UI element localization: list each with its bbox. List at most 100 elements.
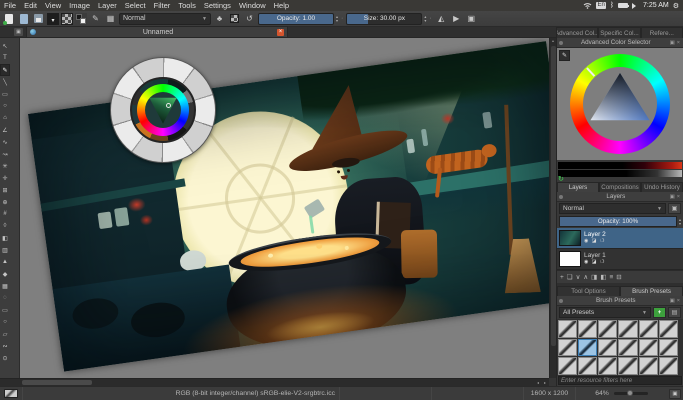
tool-freehand-path[interactable]: ↝ xyxy=(0,148,10,160)
menu-item[interactable]: Settings xyxy=(200,1,235,10)
float-docker-button[interactable]: ▣ xyxy=(669,194,676,200)
tool-perspective-grid[interactable]: ◊ xyxy=(0,220,10,232)
brush-preset-tile[interactable] xyxy=(578,357,597,375)
layer-mask-button[interactable]: ◨ xyxy=(591,273,597,281)
preset-filter-select[interactable]: All Presets▼ xyxy=(559,307,651,318)
fit-page-button[interactable]: ▣ xyxy=(669,389,681,399)
brush-preset-tile[interactable] xyxy=(598,339,617,357)
tool-gradient[interactable]: ▥ xyxy=(0,244,10,256)
layer-blend-mode-select[interactable]: Normal▼ xyxy=(559,203,666,214)
docker-tab[interactable]: Brush Presets xyxy=(620,286,683,296)
tool-color-sampler[interactable]: ▲ xyxy=(0,256,10,268)
preset-chooser-button[interactable] xyxy=(228,12,241,25)
new-document-button[interactable] xyxy=(2,12,15,25)
blend-mode-select[interactable]: Normal▼ xyxy=(119,13,211,25)
brush-preset-tile[interactable] xyxy=(659,357,678,375)
docker-tab[interactable]: Undo History xyxy=(641,182,683,192)
close-tab-button[interactable]: × xyxy=(277,29,284,36)
selector-tab[interactable]: Refere... xyxy=(641,27,683,38)
size-slider[interactable]: Size: 30.00 px xyxy=(346,13,422,25)
tool-polyline[interactable]: ∠ xyxy=(0,124,10,136)
layer-style-button[interactable]: ◧ xyxy=(600,273,606,281)
brush-preset-tile[interactable] xyxy=(639,357,658,375)
opacity-spinner[interactable]: ▴▾ xyxy=(336,15,338,23)
save-button[interactable] xyxy=(32,12,45,25)
canvas-horizontal-scrollbar[interactable]: ◂ ▸ xyxy=(0,378,549,386)
tool-transform[interactable]: ⊞ xyxy=(0,184,10,196)
popup-palette-center[interactable] xyxy=(145,92,181,128)
tool-grid[interactable]: ▦ xyxy=(0,280,10,292)
tool-measure[interactable]: ◌ xyxy=(0,292,10,304)
tool-select-rectangular[interactable]: ▭ xyxy=(0,304,10,316)
selector-tab[interactable]: Advanced Col... xyxy=(556,27,598,38)
tool-bezier-curve[interactable]: ∿ xyxy=(0,136,10,148)
tool-select-polygonal[interactable]: ▱ xyxy=(0,328,10,340)
selector-tab[interactable]: Specific Col... xyxy=(598,27,640,38)
zoom-slider-handle[interactable] xyxy=(627,390,633,396)
scroll-left-arrow-icon[interactable]: ◂ xyxy=(537,380,539,385)
menu-item[interactable]: File xyxy=(0,1,20,10)
brush-preset-tile[interactable] xyxy=(618,320,637,338)
popup-palette[interactable] xyxy=(110,57,216,163)
brush-preset-tile[interactable] xyxy=(558,339,577,357)
move-layer-down-button[interactable]: ∨ xyxy=(576,273,581,281)
duplicate-layer-button[interactable]: ❏ xyxy=(567,273,573,281)
reload-preset-button[interactable]: ↺ xyxy=(243,12,256,25)
docker-tab[interactable]: Tool Options xyxy=(557,286,620,296)
edit-brush-button[interactable]: ✎ xyxy=(89,12,102,25)
layer-property-icons[interactable]: ◉ ◪ ❍ xyxy=(584,238,606,245)
brush-preset-tile[interactable] xyxy=(598,357,617,375)
brush-preset-tile[interactable] xyxy=(578,339,597,357)
docker-tab[interactable]: Compositions xyxy=(599,182,641,192)
value-gradient-strip[interactable] xyxy=(558,170,682,177)
menu-item[interactable]: Filter xyxy=(150,1,175,10)
mirror-vertical-button[interactable]: ◭ xyxy=(435,12,448,25)
menu-item[interactable]: Image xyxy=(65,1,94,10)
gradient-chooser-button[interactable]: ▾ xyxy=(47,13,59,25)
tool-move[interactable]: ⊕ xyxy=(0,196,10,208)
tool-multibrush[interactable]: ✛ xyxy=(0,172,10,184)
canvas-painting[interactable] xyxy=(28,41,549,371)
open-document-button[interactable] xyxy=(17,12,30,25)
tool-select-freehand[interactable]: ∾ xyxy=(0,340,10,352)
close-docker-button[interactable]: × xyxy=(676,298,681,304)
zoom-slider[interactable] xyxy=(614,392,648,395)
wrap-around-button[interactable]: ▣ xyxy=(465,12,478,25)
brush-preset-tile[interactable] xyxy=(598,320,617,338)
close-docker-button[interactable]: × xyxy=(676,194,681,200)
brush-preset-tile[interactable] xyxy=(578,320,597,338)
brush-settings-button[interactable]: ♣ xyxy=(213,12,226,25)
layer-row[interactable]: Layer 1 ◉ ◪ ❍ xyxy=(557,249,683,270)
preset-view-mode-button[interactable]: ▤ xyxy=(668,307,681,318)
pattern-chooser-button[interactable] xyxy=(61,13,73,25)
tool-freehand-brush[interactable]: ✎ xyxy=(0,64,10,76)
add-preset-button[interactable]: + xyxy=(653,307,666,318)
brush-preset-tile[interactable] xyxy=(639,339,658,357)
menu-item[interactable]: View xyxy=(41,1,65,10)
tool-shape-select[interactable]: ↖ xyxy=(0,40,10,52)
canvas-area[interactable] xyxy=(20,38,549,378)
color-selector-settings-button[interactable]: ✎ xyxy=(559,50,570,61)
layer-row[interactable]: Layer 2 ◉ ◪ ❍ xyxy=(557,228,683,249)
close-docker-button[interactable]: × xyxy=(676,40,681,46)
hue-ring[interactable] xyxy=(570,54,670,154)
tool-pattern-edit[interactable]: ◆ xyxy=(0,268,10,280)
current-brush-segment[interactable] xyxy=(0,387,22,400)
mirror-horizontal-button[interactable]: ▶ xyxy=(450,12,463,25)
menu-item[interactable]: Layer xyxy=(94,1,121,10)
opacity-slider[interactable]: Opacity: 1.00 xyxy=(258,13,334,25)
tool-dynamic-brush[interactable]: ✳ xyxy=(0,160,10,172)
size-spinner[interactable]: ▴▾ xyxy=(424,15,426,23)
tool-text[interactable]: T xyxy=(0,52,10,64)
tool-fill[interactable]: ◧ xyxy=(0,232,10,244)
tool-line[interactable]: ╲ xyxy=(0,76,10,88)
resource-filter-input[interactable] xyxy=(558,376,682,385)
brush-preset-tile[interactable] xyxy=(659,320,678,338)
tool-select-elliptical[interactable]: ○ xyxy=(0,316,10,328)
tool-polygon[interactable]: ⌂ xyxy=(0,112,10,124)
brush-preset-tile[interactable] xyxy=(558,320,577,338)
layer-properties-button[interactable]: ≡ xyxy=(609,274,613,281)
scroll-right-arrow-icon[interactable]: ▸ xyxy=(544,380,546,385)
document-tab[interactable]: Unnamed × xyxy=(26,26,288,37)
menu-item[interactable]: Select xyxy=(121,1,150,10)
